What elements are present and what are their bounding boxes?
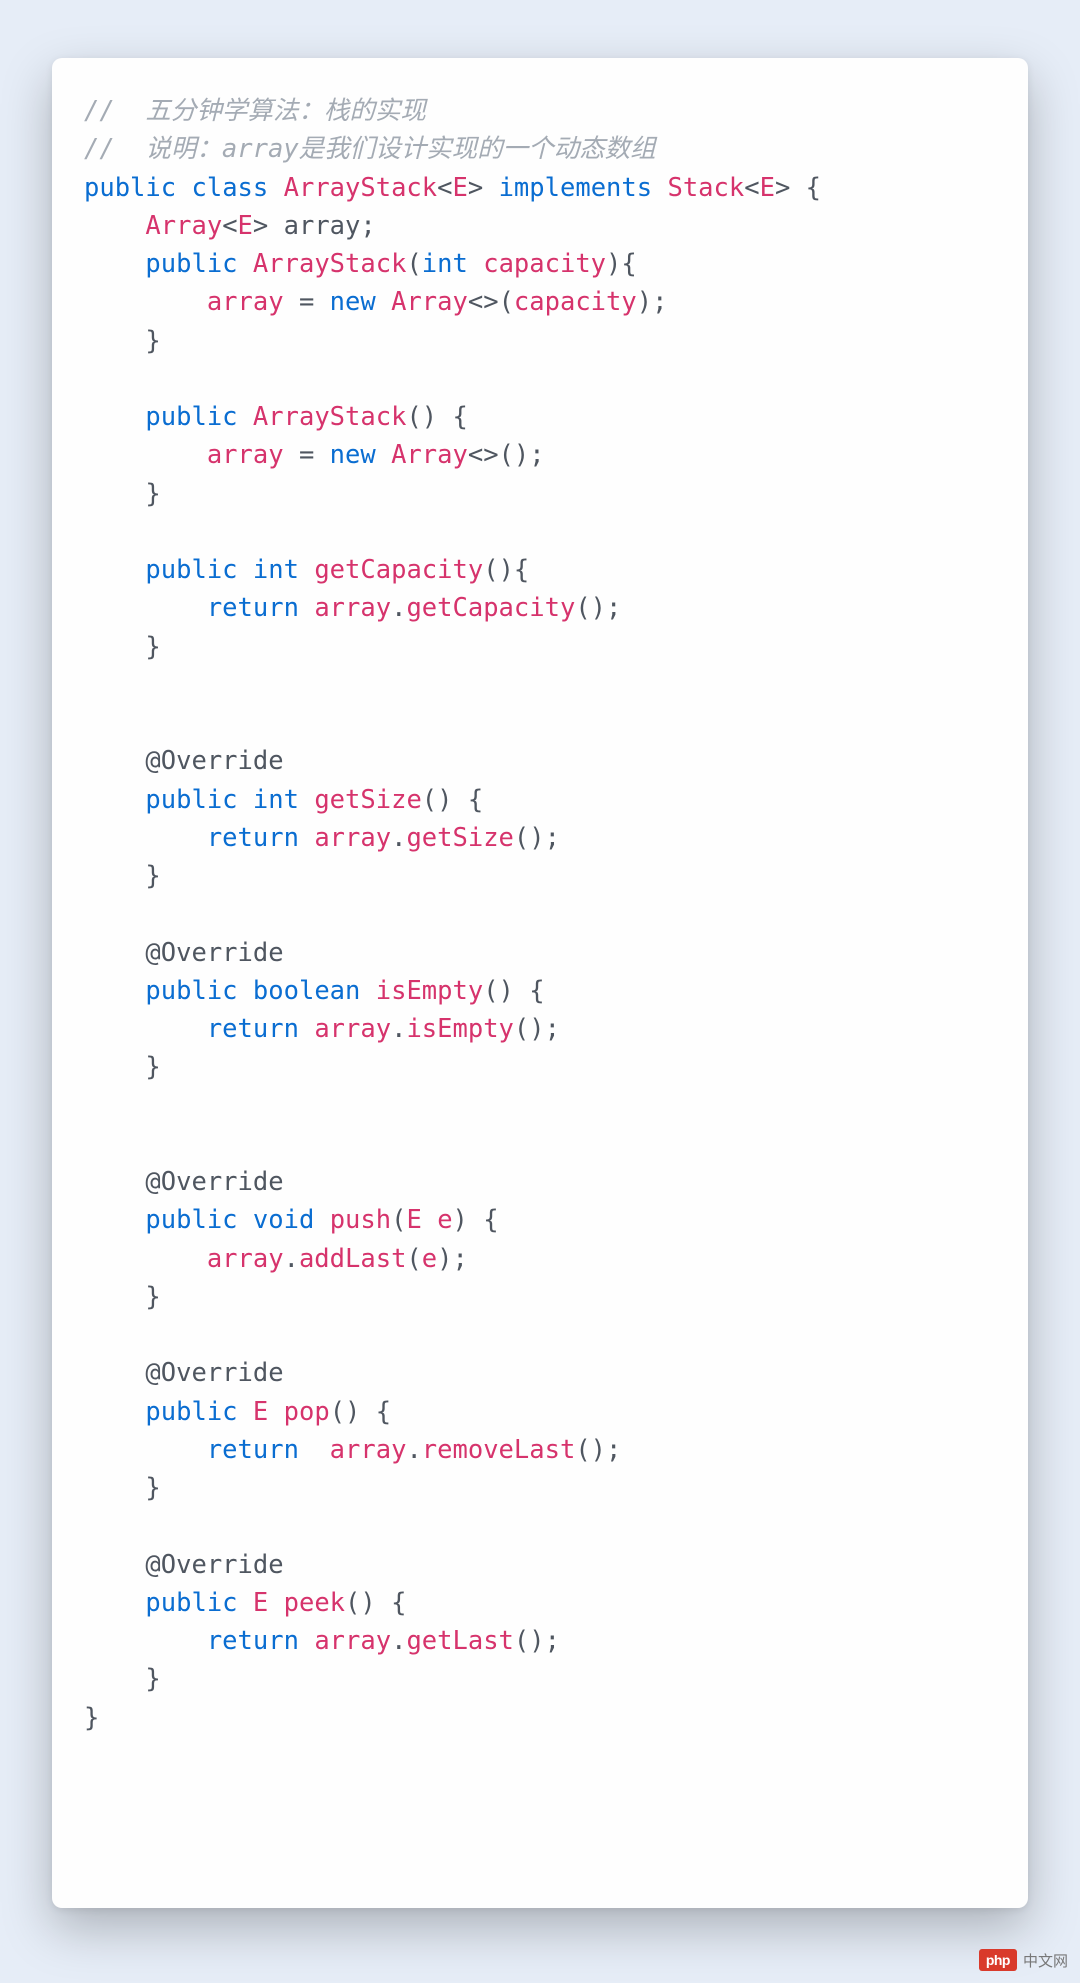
- generic-type: E: [453, 173, 468, 203]
- keyword: void: [253, 1205, 314, 1235]
- watermark-text: 中文网: [1023, 1950, 1068, 1971]
- return-type: E: [253, 1397, 268, 1427]
- class-name: Stack: [667, 173, 744, 203]
- method-name: getCapacity: [314, 555, 483, 585]
- keyword: int: [253, 785, 299, 815]
- comment-line: // 说明：array是我们设计实现的一个动态数组: [84, 134, 656, 164]
- keyword: return: [207, 823, 299, 853]
- generic-type: E: [238, 211, 253, 241]
- keyword: public: [145, 785, 237, 815]
- field-ref: array: [207, 440, 284, 470]
- generic-type: E: [760, 173, 775, 203]
- annotation: @Override: [145, 1167, 283, 1197]
- annotation: @Override: [145, 1358, 283, 1388]
- method-call: getCapacity: [406, 593, 575, 623]
- constructor: ArrayStack: [253, 402, 407, 432]
- class-name: Array: [391, 440, 468, 470]
- keyword: public: [84, 173, 176, 203]
- keyword: int: [253, 555, 299, 585]
- keyword: public: [145, 249, 237, 279]
- keyword: public: [145, 976, 237, 1006]
- watermark-logo: php: [979, 1949, 1017, 1971]
- method-name: isEmpty: [376, 976, 483, 1006]
- param: e: [437, 1205, 452, 1235]
- method-call: addLast: [299, 1244, 406, 1274]
- keyword: new: [330, 440, 376, 470]
- method-call: isEmpty: [406, 1014, 513, 1044]
- class-name: Array: [145, 211, 222, 241]
- param: capacity: [514, 287, 637, 317]
- comment-line: // 五分钟学算法：栈的实现: [84, 96, 426, 126]
- param: capacity: [483, 249, 606, 279]
- keyword: boolean: [253, 976, 360, 1006]
- keyword: return: [207, 593, 299, 623]
- keyword: public: [145, 1588, 237, 1618]
- field-ref: array: [207, 1244, 284, 1274]
- method-name: push: [330, 1205, 391, 1235]
- field-ref: array: [330, 1435, 407, 1465]
- keyword: public: [145, 402, 237, 432]
- annotation: @Override: [145, 746, 283, 776]
- method-name: pop: [284, 1397, 330, 1427]
- method-call: getLast: [406, 1626, 513, 1656]
- code-card: // 五分钟学算法：栈的实现 // 说明：array是我们设计实现的一个动态数组…: [52, 58, 1028, 1908]
- field-ref: array: [314, 593, 391, 623]
- code-block: // 五分钟学算法：栈的实现 // 说明：array是我们设计实现的一个动态数组…: [84, 92, 1008, 1737]
- keyword: public: [145, 1397, 237, 1427]
- watermark: php 中文网: [979, 1949, 1068, 1971]
- class-name: ArrayStack: [284, 173, 438, 203]
- constructor: ArrayStack: [253, 249, 407, 279]
- method-name: getSize: [314, 785, 421, 815]
- field-ref: array: [314, 1626, 391, 1656]
- generic-type: E: [406, 1205, 421, 1235]
- field-ref: array: [314, 1014, 391, 1044]
- method-call: removeLast: [422, 1435, 576, 1465]
- keyword: int: [422, 249, 468, 279]
- field-ref: array: [314, 823, 391, 853]
- annotation: @Override: [145, 1550, 283, 1580]
- keyword: public: [145, 1205, 237, 1235]
- param: e: [422, 1244, 437, 1274]
- class-name: Array: [391, 287, 468, 317]
- return-type: E: [253, 1588, 268, 1618]
- keyword: return: [207, 1014, 299, 1044]
- keyword: public: [145, 555, 237, 585]
- field-ref: array: [207, 287, 284, 317]
- method-name: peek: [284, 1588, 345, 1618]
- keyword: class: [191, 173, 268, 203]
- keyword: new: [330, 287, 376, 317]
- keyword: return: [207, 1626, 299, 1656]
- method-call: getSize: [406, 823, 513, 853]
- field-name: array: [284, 211, 361, 241]
- annotation: @Override: [145, 938, 283, 968]
- keyword: implements: [499, 173, 653, 203]
- keyword: return: [207, 1435, 299, 1465]
